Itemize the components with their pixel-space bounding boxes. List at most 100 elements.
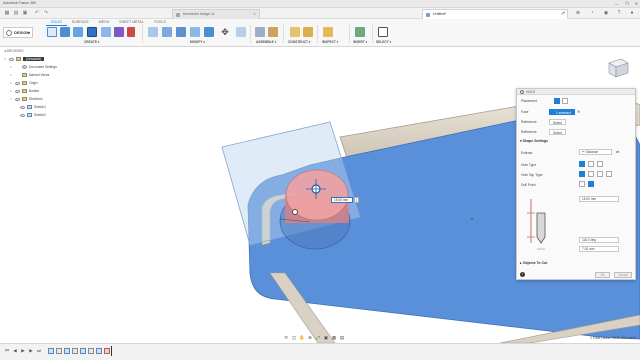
select-icon[interactable] bbox=[378, 27, 388, 37]
revolve-icon[interactable] bbox=[73, 27, 83, 37]
notifications-icon[interactable]: ◉ bbox=[602, 10, 610, 17]
zoom-icon[interactable]: ⊕ bbox=[307, 335, 313, 341]
timeline-sketch-icon[interactable] bbox=[48, 348, 54, 354]
browser-item-named-views[interactable]: ▹ Named Views bbox=[10, 72, 49, 78]
browser-item-origin[interactable]: ▹ Origin bbox=[10, 80, 38, 86]
new-component-icon[interactable] bbox=[255, 27, 265, 37]
fillet-icon[interactable] bbox=[162, 27, 172, 37]
dimension-dropdown-icon[interactable]: ⋮ bbox=[354, 197, 359, 203]
tapped-icon[interactable] bbox=[597, 171, 603, 177]
viewports-icon[interactable]: ▤ bbox=[339, 335, 345, 341]
pan-icon[interactable]: ✋ bbox=[299, 335, 305, 341]
display-settings-icon[interactable]: ▣ bbox=[323, 335, 329, 341]
browser-root[interactable]: ▿ (Unsaved) bbox=[4, 56, 45, 62]
timeline-forward-button[interactable]: ▶ bbox=[28, 348, 34, 354]
visibility-icon[interactable] bbox=[9, 57, 14, 61]
timeline-feature-icon[interactable] bbox=[88, 348, 94, 354]
tab-badge-document[interactable]: ben/bedm badge v1 ✕ bbox=[172, 9, 260, 19]
redo-icon[interactable]: ↷ bbox=[43, 10, 49, 16]
tab-mesh[interactable]: MESH bbox=[94, 19, 114, 26]
timeline-start-button[interactable]: ⏮ bbox=[4, 348, 10, 354]
extrude-icon[interactable] bbox=[60, 27, 70, 37]
browser-header[interactable]: ◂ BROWSER bbox=[2, 48, 66, 54]
minimize-button[interactable]: — bbox=[615, 1, 619, 6]
timeline-sketch-icon[interactable] bbox=[96, 348, 102, 354]
taper-tapped-icon[interactable] bbox=[606, 171, 612, 177]
visibility-icon[interactable] bbox=[20, 113, 25, 117]
pattern-icon[interactable] bbox=[101, 27, 111, 37]
timeline-feature-icon[interactable] bbox=[56, 348, 62, 354]
inspect-menu[interactable]: INSPECT ▾ bbox=[322, 40, 338, 44]
counterbore-icon[interactable] bbox=[588, 161, 594, 167]
timeline-sketch-icon[interactable] bbox=[64, 348, 70, 354]
tab-tools[interactable]: TOOLS bbox=[149, 19, 171, 26]
ok-button[interactable]: OK bbox=[595, 272, 610, 278]
diameter-input[interactable]: 7.00 mm bbox=[579, 246, 619, 252]
reference-1-select[interactable]: Select bbox=[549, 119, 566, 125]
angle-input[interactable]: 118.0 deg bbox=[579, 237, 619, 243]
chamfer-icon[interactable] bbox=[176, 27, 186, 37]
simple-tap-icon[interactable] bbox=[579, 171, 585, 177]
more-create-icon[interactable] bbox=[127, 27, 135, 37]
timeline-play-button[interactable]: ▶ bbox=[20, 348, 26, 354]
info-icon[interactable]: i bbox=[520, 272, 525, 277]
offset-plane-icon[interactable] bbox=[290, 27, 300, 37]
visibility-icon[interactable] bbox=[15, 97, 20, 101]
view-cube[interactable] bbox=[605, 57, 630, 79]
timeline-feature-icon[interactable] bbox=[72, 348, 78, 354]
tab-untitled[interactable]: Untitled* ✕ bbox=[422, 9, 568, 19]
grid-menu-icon[interactable]: ▦ bbox=[4, 10, 10, 16]
assemble-menu[interactable]: ASSEMBLE ▾ bbox=[256, 40, 276, 44]
insert-image-icon[interactable] bbox=[355, 27, 365, 37]
depth-input[interactable]: 15.00 mm bbox=[579, 196, 619, 202]
countersink-icon[interactable] bbox=[597, 161, 603, 167]
construct-menu[interactable]: CONSTRUCT ▾ bbox=[288, 40, 311, 44]
browser-item-sketch1[interactable]: Sketch1 bbox=[20, 104, 46, 110]
clearance-icon[interactable] bbox=[588, 171, 594, 177]
form-icon[interactable] bbox=[114, 27, 124, 37]
workspace-selector[interactable]: DESIGN ▾ bbox=[3, 27, 33, 38]
browser-item-bodies[interactable]: ▹ Bodies bbox=[10, 88, 39, 94]
single-hole-icon[interactable] bbox=[554, 98, 560, 104]
reference-2-select[interactable]: Select bbox=[549, 129, 566, 135]
timeline-sketch-icon[interactable] bbox=[80, 348, 86, 354]
timeline-hole-icon[interactable] bbox=[104, 348, 110, 354]
new-tab-icon[interactable]: + bbox=[560, 10, 568, 17]
orbit-icon[interactable]: ⟲ bbox=[283, 335, 289, 341]
avatar[interactable]: ● bbox=[628, 10, 636, 17]
clear-selection-icon[interactable]: ✕ bbox=[577, 109, 580, 114]
dialog-header[interactable]: HOLE bbox=[517, 89, 635, 95]
shape-settings-section[interactable]: ▾ Shape Settings bbox=[520, 139, 548, 143]
save-icon[interactable]: ▣ bbox=[22, 10, 28, 16]
timeline-back-button[interactable]: ◀ bbox=[12, 348, 18, 354]
create-menu[interactable]: CREATE ▾ bbox=[84, 40, 99, 44]
tab-sheet-metal[interactable]: SHEET METAL bbox=[114, 19, 149, 26]
select-menu[interactable]: SELECT ▾ bbox=[376, 40, 391, 44]
expand-arrow-icon[interactable]: ▹ bbox=[10, 64, 15, 70]
flip-direction-icon[interactable]: ⇄ bbox=[616, 149, 619, 154]
undo-icon[interactable]: ↶ bbox=[34, 10, 40, 16]
browser-item-sketch2[interactable]: Sketch2 bbox=[20, 112, 46, 118]
expand-arrow-icon[interactable]: ▹ bbox=[10, 72, 15, 78]
history-icon[interactable]: ◔ bbox=[588, 10, 596, 17]
timeline-end-button[interactable]: ⏭ bbox=[36, 348, 42, 354]
browser-item-sketches[interactable]: ▿ Sketches bbox=[10, 96, 43, 102]
extents-select[interactable]: ⊢ Distance bbox=[579, 149, 612, 155]
create-sketch-icon[interactable] bbox=[47, 27, 57, 37]
align-icon[interactable] bbox=[236, 27, 246, 37]
close-window-button[interactable]: ✕ bbox=[635, 1, 638, 6]
construct-axis-icon[interactable] bbox=[303, 27, 313, 37]
move-icon[interactable]: ✥ bbox=[220, 27, 230, 37]
combine-icon[interactable] bbox=[204, 27, 214, 37]
insert-menu[interactable]: INSERT ▾ bbox=[353, 40, 367, 44]
extensions-icon[interactable]: ⊕ bbox=[574, 10, 582, 17]
fit-icon[interactable]: ⤢ bbox=[315, 335, 321, 341]
simple-hole-icon[interactable] bbox=[579, 161, 585, 167]
maximize-button[interactable]: ❐ bbox=[625, 1, 629, 6]
measure-icon[interactable] bbox=[323, 27, 333, 37]
shell-icon[interactable] bbox=[190, 27, 200, 37]
timeline-marker[interactable] bbox=[111, 346, 112, 356]
close-tab-icon[interactable]: ✕ bbox=[253, 12, 256, 16]
cancel-button[interactable]: Cancel bbox=[614, 272, 632, 278]
objects-to-cut-section[interactable]: ▸ Objects To Cut bbox=[520, 261, 547, 265]
